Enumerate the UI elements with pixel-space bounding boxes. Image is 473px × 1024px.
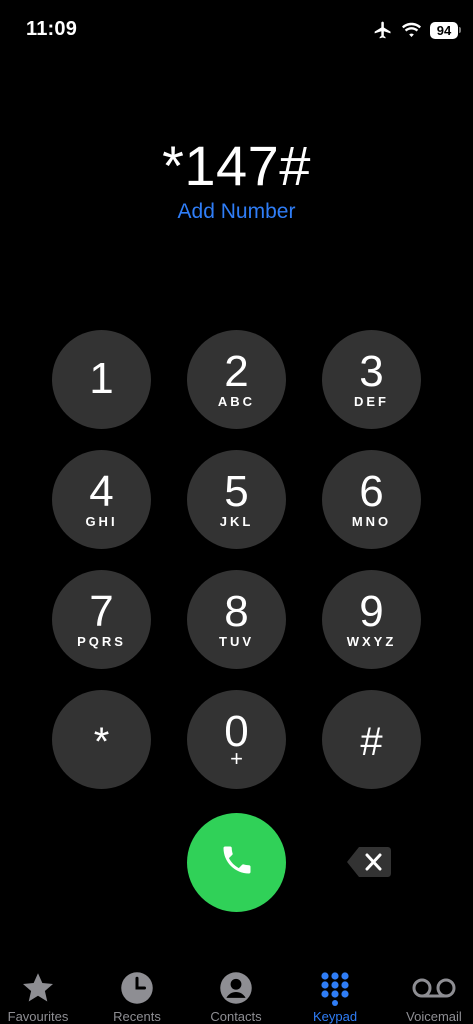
key-digit: * <box>93 720 110 764</box>
tab-label: Contacts <box>210 1009 262 1024</box>
key-letters: ABC <box>217 394 256 409</box>
key-letters: MNO <box>351 514 392 529</box>
key-letters: PQRS <box>77 634 126 649</box>
key-5[interactable]: 5 JKL <box>187 450 286 549</box>
key-digit: # <box>360 720 383 764</box>
key-letters: TUV <box>219 634 254 649</box>
key-1[interactable]: 1 <box>52 330 151 429</box>
tab-bar: Favourites Recents Contacts Keypad Voice… <box>0 962 473 1024</box>
key-star[interactable]: * <box>52 690 151 789</box>
key-2[interactable]: 2 ABC <box>187 330 286 429</box>
key-3[interactable]: 3 DEF <box>322 330 421 429</box>
key-letters: GHI <box>85 514 118 529</box>
voicemail-icon <box>410 970 458 1006</box>
tab-label: Favourites <box>7 1009 69 1024</box>
key-8[interactable]: 8 TUV <box>187 570 286 669</box>
key-digit: 4 <box>89 467 114 516</box>
tab-label: Keypad <box>312 1009 358 1024</box>
key-digit: 3 <box>359 347 384 396</box>
key-9[interactable]: 9 WXYZ <box>322 570 421 669</box>
key-7[interactable]: 7 PQRS <box>52 570 151 669</box>
phone-icon <box>219 842 255 883</box>
airplane-icon <box>373 20 393 40</box>
key-6[interactable]: 6 MNO <box>322 450 421 549</box>
key-digit: 8 <box>224 587 249 636</box>
dialed-number: *147# <box>162 134 311 197</box>
key-letters: JKL <box>219 514 254 529</box>
person-circle-icon <box>218 970 254 1006</box>
status-bar: 11:09 94 <box>0 0 473 60</box>
key-hash[interactable]: # <box>322 690 421 789</box>
status-icons: 94 <box>373 19 461 41</box>
wifi-icon <box>401 22 422 38</box>
key-letters: DEF <box>354 394 389 409</box>
key-4[interactable]: 4 GHI <box>52 450 151 549</box>
tab-voicemail[interactable]: Voicemail <box>387 962 473 1024</box>
tab-recents[interactable]: Recents <box>90 962 184 1024</box>
key-digit: 7 <box>89 587 114 636</box>
call-button[interactable] <box>187 813 286 912</box>
battery-icon: 94 <box>430 21 461 39</box>
delete-button[interactable] <box>345 845 393 879</box>
key-letters: + <box>230 746 243 771</box>
clock-icon <box>119 970 155 1006</box>
tab-label: Voicemail <box>406 1009 462 1024</box>
tab-keypad[interactable]: Keypad <box>288 962 382 1024</box>
key-letters: WXYZ <box>346 634 397 649</box>
key-digit: 6 <box>359 467 384 516</box>
status-time: 11:09 <box>26 18 78 40</box>
battery-level: 94 <box>430 21 458 39</box>
key-digit: 1 <box>89 354 114 403</box>
tab-contacts[interactable]: Contacts <box>189 962 283 1024</box>
key-digit: 9 <box>359 587 384 636</box>
key-digit: 2 <box>224 347 249 396</box>
tab-label: Recents <box>113 1009 161 1024</box>
key-0[interactable]: 0 + <box>187 690 286 789</box>
backspace-icon <box>345 847 393 883</box>
keypad-icon <box>317 970 353 1006</box>
tab-favourites[interactable]: Favourites <box>0 962 85 1024</box>
star-icon <box>20 970 56 1006</box>
add-number-link[interactable]: Add Number <box>0 200 473 224</box>
key-digit: 5 <box>224 467 249 516</box>
